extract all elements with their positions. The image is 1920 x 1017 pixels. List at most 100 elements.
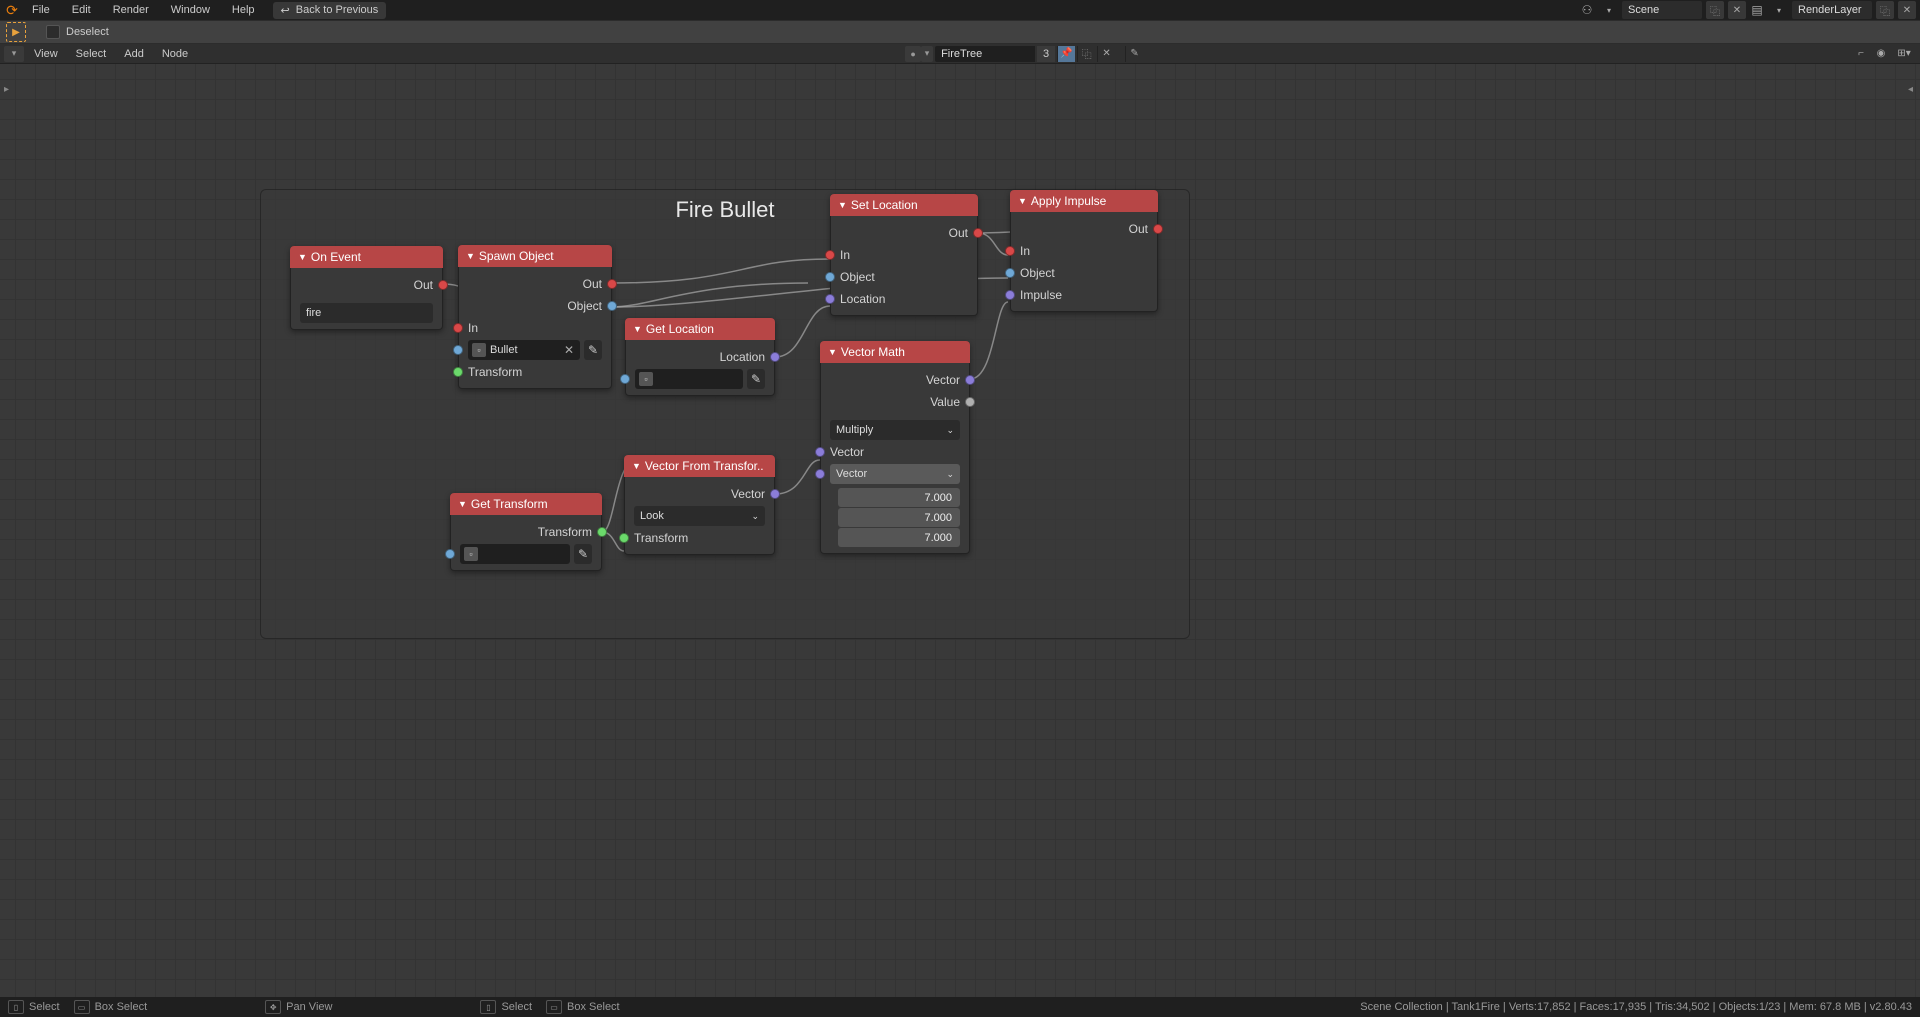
menu-window[interactable]: Window: [161, 2, 220, 18]
node-editor-canvas[interactable]: ▸ ◂ Fire Bullet ▼On Event Out fire: [0, 64, 1920, 997]
operation-dropdown[interactable]: Multiply⌄: [830, 420, 960, 440]
back-to-previous-button[interactable]: ↩ Back to Previous: [273, 2, 387, 19]
socket-out[interactable]: Out: [1010, 218, 1158, 240]
header-add[interactable]: Add: [116, 46, 152, 62]
new-renderlayer-button[interactable]: ⿻: [1876, 1, 1894, 19]
socket-vector-out[interactable]: Vector: [624, 483, 775, 505]
socket-impulse-in[interactable]: Impulse: [1010, 284, 1158, 306]
scene-icon: ⚇: [1578, 1, 1596, 19]
new-nodetree-button[interactable]: ⿻: [1077, 46, 1095, 62]
new-scene-button[interactable]: ⿻: [1706, 1, 1724, 19]
nodetree-browse[interactable]: ●: [905, 46, 921, 62]
collapse-icon[interactable]: ▼: [838, 200, 847, 210]
node-vector-math[interactable]: ▼Vector Math Vector Value Multiply⌄ Vect…: [820, 341, 970, 554]
overlay-dropdown[interactable]: ⊞▾: [1892, 46, 1916, 62]
node-get-transform[interactable]: ▼Get Transform Transform ▫ ✎: [450, 493, 602, 571]
left-sidebar-expand[interactable]: ▸: [4, 84, 12, 96]
eyedropper-button[interactable]: ✎: [584, 340, 602, 360]
pin-button[interactable]: 📌: [1057, 46, 1075, 62]
node-spawn-object[interactable]: ▼Spawn Object Out Object In ▫Bullet✕ ✎ T…: [458, 245, 612, 389]
vector-x-input[interactable]: 7.000: [838, 488, 960, 507]
scene-name-field[interactable]: Scene: [1622, 1, 1702, 19]
socket-transform-out[interactable]: Transform: [450, 521, 602, 543]
vector-z-input[interactable]: 7.000: [838, 528, 960, 547]
collapse-icon[interactable]: ▼: [1018, 196, 1027, 206]
socket-in[interactable]: In: [830, 244, 978, 266]
vector-y-input[interactable]: 7.000: [838, 508, 960, 527]
nodetree-users[interactable]: 3: [1037, 46, 1055, 62]
collapse-icon[interactable]: ▼: [632, 461, 641, 471]
node-vector-from-transform[interactable]: ▼Vector From Transfor.. Vector Look⌄ Tra…: [624, 455, 775, 555]
edit-trait-button[interactable]: ✎: [1125, 46, 1143, 62]
node-header[interactable]: ▼Get Transform: [450, 493, 602, 515]
renderlayer-selector[interactable]: ▤ ▾ RenderLayer ⿻ ✕: [1748, 1, 1916, 19]
collapse-icon[interactable]: ▼: [298, 252, 307, 262]
socket-object-out[interactable]: Object: [458, 295, 612, 317]
eyedropper-button[interactable]: ✎: [747, 369, 765, 389]
socket-object-in[interactable]: ▫ ✎: [625, 368, 775, 390]
right-sidebar-expand[interactable]: ◂: [1908, 84, 1916, 96]
nodetree-dropdown[interactable]: ▾: [921, 46, 933, 62]
deselect-checkbox[interactable]: [46, 25, 60, 39]
menu-edit[interactable]: Edit: [62, 2, 101, 18]
menu-help[interactable]: Help: [222, 2, 265, 18]
menu-render[interactable]: Render: [103, 2, 159, 18]
menu-file[interactable]: File: [22, 2, 60, 18]
socket-vector1-in[interactable]: Vector: [820, 441, 970, 463]
event-name-input[interactable]: fire: [300, 303, 433, 323]
socket-vector2-in[interactable]: Vector⌄: [820, 463, 970, 485]
node-on-event[interactable]: ▼On Event Out fire: [290, 246, 443, 330]
collapse-icon[interactable]: ▼: [466, 251, 475, 261]
node-get-location[interactable]: ▼Get Location Location ▫ ✎: [625, 318, 775, 396]
socket-out[interactable]: Out: [290, 274, 443, 296]
select-tool-icon[interactable]: ▶: [6, 22, 26, 42]
node-header[interactable]: ▼Apply Impulse: [1010, 190, 1158, 212]
object-picker[interactable]: ▫: [635, 369, 743, 389]
node-header[interactable]: ▼Vector Math: [820, 341, 970, 363]
scene-selector[interactable]: ⚇ ▾ Scene ⿻ ✕: [1578, 1, 1746, 19]
frame-fire-bullet[interactable]: Fire Bullet ▼On Event Out fire ▼Sp: [260, 189, 1190, 639]
snap-button[interactable]: ⌐: [1852, 46, 1870, 62]
socket-object-in[interactable]: Object: [1010, 262, 1158, 284]
object-picker[interactable]: ▫Bullet✕: [468, 340, 580, 360]
node-header[interactable]: ▼Set Location: [830, 194, 978, 216]
renderlayer-name-field[interactable]: RenderLayer: [1792, 1, 1872, 19]
socket-in[interactable]: In: [458, 317, 612, 339]
eyedropper-button[interactable]: ✎: [574, 544, 592, 564]
socket-location-out[interactable]: Location: [625, 346, 775, 368]
node-header[interactable]: ▼Get Location: [625, 318, 775, 340]
mode-dropdown[interactable]: Look⌄: [634, 506, 765, 526]
socket-out[interactable]: Out: [458, 273, 612, 295]
delete-nodetree-button[interactable]: ✕: [1097, 46, 1115, 62]
node-header[interactable]: ▼Vector From Transfor..: [624, 455, 775, 477]
socket-transform-in[interactable]: Transform: [458, 361, 612, 383]
node-header[interactable]: ▼On Event: [290, 246, 443, 268]
socket-vector-out[interactable]: Vector: [820, 369, 970, 391]
socket-out[interactable]: Out: [830, 222, 978, 244]
collapse-icon[interactable]: ▼: [828, 347, 837, 357]
node-header[interactable]: ▼Spawn Object: [458, 245, 612, 267]
header-select[interactable]: Select: [68, 46, 115, 62]
delete-renderlayer-button[interactable]: ✕: [1898, 1, 1916, 19]
collapse-icon[interactable]: ▼: [633, 324, 642, 334]
socket-in[interactable]: In: [1010, 240, 1158, 262]
header-view[interactable]: View: [26, 46, 66, 62]
socket-object-in[interactable]: ▫ ✎: [450, 543, 602, 565]
nodetree-name-field[interactable]: FireTree: [935, 46, 1035, 62]
delete-scene-button[interactable]: ✕: [1728, 1, 1746, 19]
socket-object-in[interactable]: Object: [830, 266, 978, 288]
editor-type-dropdown[interactable]: ▾: [4, 46, 24, 62]
node-set-location[interactable]: ▼Set Location Out In Object Location: [830, 194, 978, 316]
node-apply-impulse[interactable]: ▼Apply Impulse Out In Object Impulse: [1010, 190, 1158, 312]
clear-button[interactable]: ✕: [562, 343, 576, 357]
collapse-icon[interactable]: ▼: [458, 499, 467, 509]
socket-location-in[interactable]: Location: [830, 288, 978, 310]
overlay-toggle[interactable]: ◉: [1872, 46, 1890, 62]
socket-object-in[interactable]: ▫Bullet✕ ✎: [458, 339, 612, 361]
vector2-dropdown[interactable]: Vector⌄: [830, 464, 960, 484]
mouse-icon: ▯: [8, 1000, 24, 1014]
socket-transform-in[interactable]: Transform: [624, 527, 775, 549]
object-picker[interactable]: ▫: [460, 544, 570, 564]
header-node[interactable]: Node: [154, 46, 196, 62]
socket-value-out[interactable]: Value: [820, 391, 970, 413]
